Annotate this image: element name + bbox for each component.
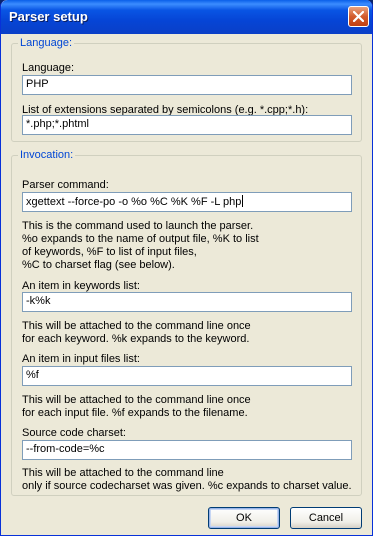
dialog-client-area: Language: Language: PHP List of extensio… [5,34,368,531]
input-files-field[interactable]: %f [22,366,352,386]
help-line: of keywords, %F to list of input files, [22,246,197,258]
help-line: This will be attached to the command lin… [22,320,251,332]
input-files-help: This will be attached to the command lin… [22,394,362,420]
language-field[interactable]: PHP [22,75,352,95]
charset-label: Source code charset: [22,427,126,439]
help-line: This will be attached to the command lin… [22,467,224,479]
keywords-field[interactable]: -k%k [22,292,352,312]
title-bar[interactable]: Parser setup [1,0,372,34]
help-line: for each input file. %f expands to the f… [22,407,248,419]
text-caret [242,195,244,207]
help-line: only if source codecharset was given. %c… [22,480,352,492]
ok-button[interactable]: OK [208,507,280,529]
keywords-help: This will be attached to the command lin… [22,320,362,346]
language-group-legend: Language: [20,37,72,49]
help-line: %o expands to the name of output file, %… [22,233,259,245]
keywords-label: An item in keywords list: [22,280,140,292]
help-line: for each keyword. %k expands to the keyw… [22,333,250,345]
input-files-label: An item in input files list: [22,353,140,365]
parser-command-value: xgettext --force-po -o %o %C %K %F -L ph… [26,196,242,208]
parser-setup-dialog: Parser setup Language: Language: PHP Lis… [0,0,373,536]
help-line: This will be attached to the command lin… [22,394,251,406]
charset-field[interactable]: --from-code=%c [22,440,352,460]
parser-command-field[interactable]: xgettext --force-po -o %o %C %K %F -L ph… [22,192,352,212]
invocation-group-legend: Invocation: [20,149,74,161]
parser-command-label: Parser command: [22,179,109,191]
window-title: Parser setup [9,9,88,24]
close-button[interactable] [348,6,369,27]
help-line: This is the command used to launch the p… [22,220,254,232]
parser-command-help: This is the command used to launch the p… [22,220,362,272]
cancel-button[interactable]: Cancel [290,507,362,529]
close-icon [353,11,364,22]
language-label: Language: [22,62,74,74]
charset-help: This will be attached to the command lin… [22,467,362,493]
help-line: %C to charset flag (see below). [22,259,175,271]
extensions-field[interactable]: *.php;*.phtml [22,115,352,135]
